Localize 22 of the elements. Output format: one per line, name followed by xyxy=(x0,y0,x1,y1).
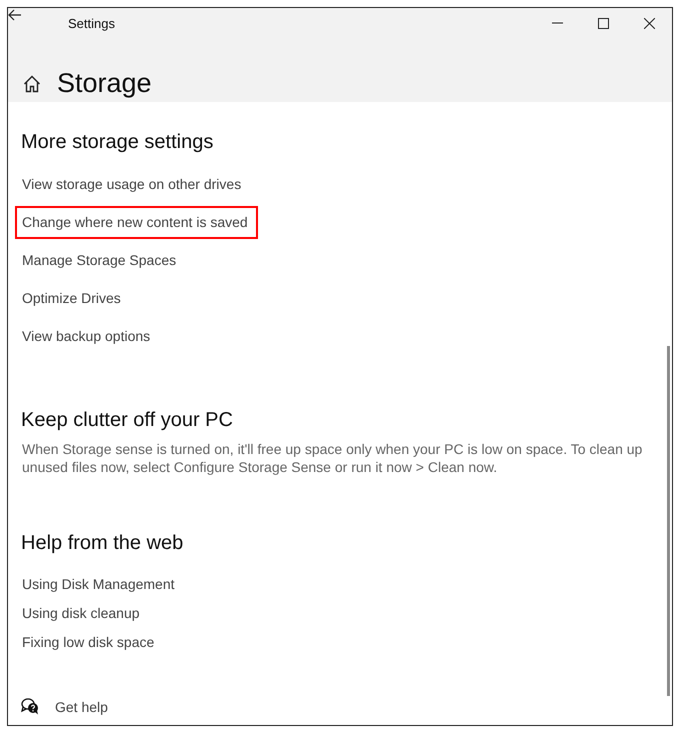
settings-link[interactable]: Manage Storage Spaces xyxy=(15,244,186,277)
page-title: Storage xyxy=(57,68,152,99)
description-text: When Storage sense is turned on, it'll free up space only when your PC is low on space. To clean up unused files now, select Configure Storage Sense or run it now > Clean now. xyxy=(22,440,644,476)
get-help-link[interactable]: Get help xyxy=(55,698,108,714)
help-chat-icon[interactable] xyxy=(21,698,39,715)
scrollbar[interactable] xyxy=(667,346,670,696)
settings-link[interactable]: Fixing low disk space xyxy=(15,631,164,654)
settings-link[interactable]: View backup options xyxy=(15,320,160,353)
section-heading: More storage settings xyxy=(21,130,214,154)
section-heading: Help from the web xyxy=(21,531,184,555)
settings-link[interactable]: View storage usage on other drives xyxy=(15,168,252,201)
maximize-icon[interactable] xyxy=(598,18,608,28)
home-icon[interactable] xyxy=(23,74,41,92)
back-arrow-icon[interactable] xyxy=(8,9,22,21)
close-icon[interactable] xyxy=(644,18,654,28)
settings-link[interactable]: Using disk cleanup xyxy=(15,602,150,625)
settings-link[interactable]: Using Disk Management xyxy=(15,573,185,596)
window-title: Settings xyxy=(68,16,115,30)
section-heading: Keep clutter off your PC xyxy=(21,408,234,432)
settings-link[interactable]: Change where new content is saved xyxy=(15,206,258,239)
settings-link[interactable]: Optimize Drives xyxy=(15,282,131,315)
minimize-icon[interactable] xyxy=(552,22,562,24)
